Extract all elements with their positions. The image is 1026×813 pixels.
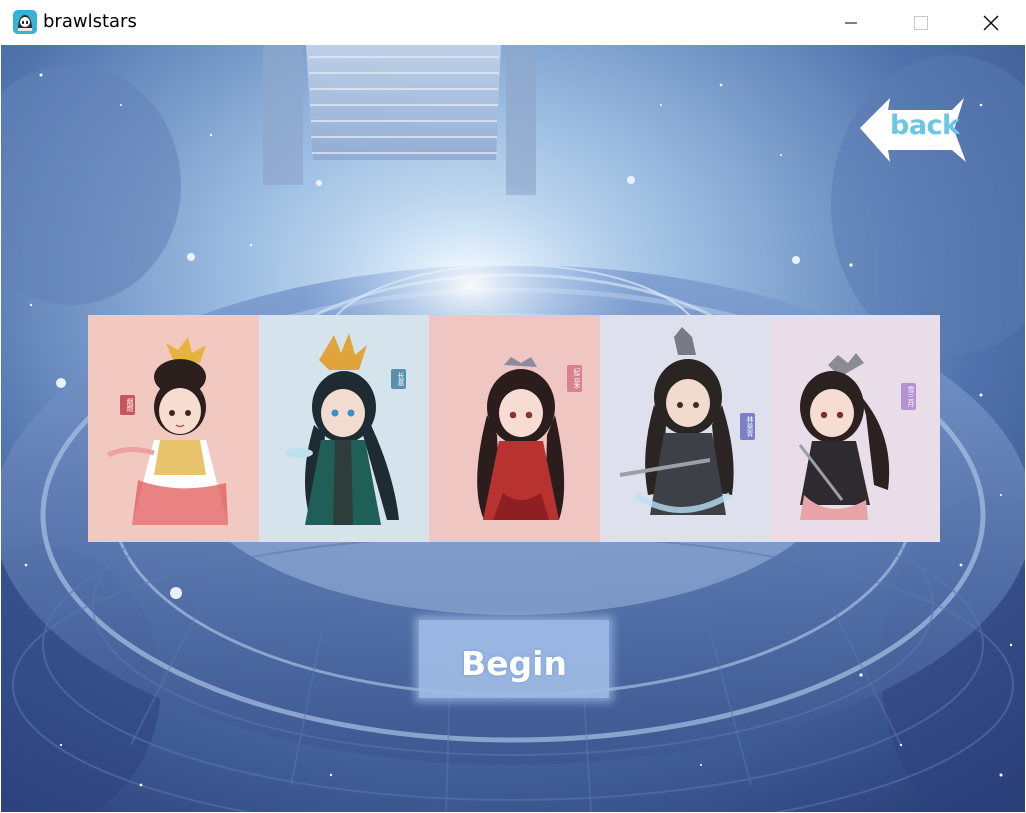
maximize-button[interactable]: [886, 0, 956, 45]
maximize-icon: [914, 15, 928, 30]
character-card-5[interactable]: 雪三月: [770, 315, 940, 542]
character-selection-row: 烟燃 长意 纪云禾 林昊青 雪三月: [88, 315, 940, 542]
back-label: back: [890, 110, 960, 141]
chibi-mermaid-prince-illustration: [285, 333, 399, 525]
window-title: brawlstars: [43, 11, 137, 32]
begin-label: Begin: [461, 643, 567, 683]
character-name-tag: 雪三月: [901, 383, 916, 410]
game-scene[interactable]: back 烟燃 长意 纪云禾 林昊青 雪三月 Begin: [1, 45, 1025, 812]
minimize-icon: [845, 22, 857, 23]
chibi-empress-illustration: [106, 337, 228, 525]
character-name-tag: 长意: [391, 369, 406, 389]
character-card-2[interactable]: 长意: [259, 315, 429, 542]
character-card-3[interactable]: 纪云禾: [429, 315, 600, 542]
character-card-1[interactable]: 烟燃: [88, 315, 259, 542]
close-button[interactable]: [956, 0, 1026, 45]
character-card-4[interactable]: 林昊青: [600, 315, 770, 542]
game-window: brawlstars back 烟燃 长意 纪云禾 林昊青 雪三月 Begin: [0, 0, 1026, 813]
close-icon: [983, 15, 999, 30]
character-name-tag: 纪云禾: [567, 365, 582, 392]
minimize-button[interactable]: [816, 0, 886, 45]
chibi-fox-girl-illustration: [798, 353, 890, 520]
character-name-tag: 林昊青: [740, 413, 755, 440]
character-name-tag: 烟燃: [120, 395, 135, 415]
brawlstars-app-icon: [13, 10, 37, 34]
chibi-red-dress-heroine-illustration: [477, 357, 565, 520]
begin-button[interactable]: Begin: [419, 620, 609, 698]
title-bar[interactable]: brawlstars: [0, 0, 1026, 45]
back-button[interactable]: back: [858, 96, 970, 166]
